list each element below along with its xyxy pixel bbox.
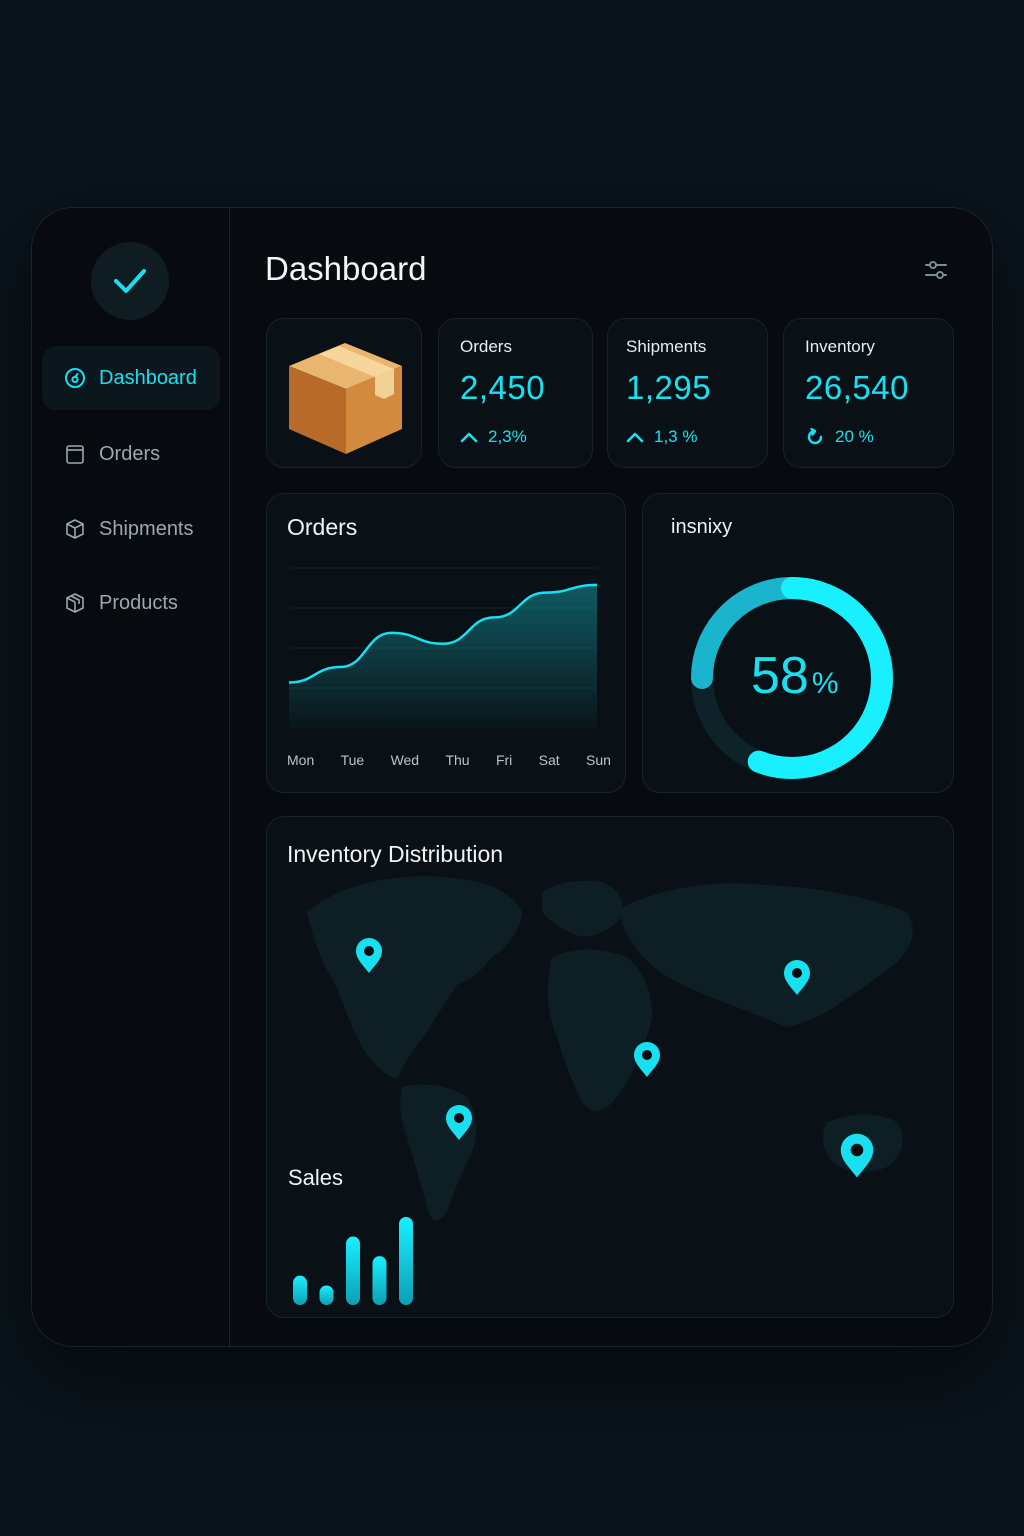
box-icon [64, 518, 86, 540]
day-label: Wed [390, 752, 420, 768]
day-label: Thu [445, 752, 470, 768]
sales-bar [399, 1217, 413, 1305]
stat-value: 2,450 [460, 369, 546, 406]
arrow-up-icon [460, 432, 478, 443]
stat-change: 2,3% [460, 427, 527, 447]
sales-bar [372, 1256, 387, 1305]
donut-value: 58 % [751, 646, 839, 706]
stat-change-value: 20 % [835, 427, 874, 446]
sidebar-item-orders[interactable]: Orders [42, 422, 220, 486]
sidebar-item-label: Dashboard [99, 366, 197, 389]
sidebar-item-shipments[interactable]: Shipments [42, 497, 220, 561]
package-icon [64, 592, 86, 614]
stat-change-value: 2,3% [488, 427, 527, 446]
sidebar-item-dashboard[interactable]: Dashboard [42, 346, 220, 410]
app-window: Dashboard Orders Shipments Products Dash… [31, 207, 993, 1347]
stat-label: Shipments [626, 337, 707, 356]
check-icon [114, 269, 146, 293]
sidebar: Dashboard Orders Shipments Products [32, 208, 230, 1346]
stat-label: Inventory [805, 337, 875, 356]
stat-change: 20 % [805, 427, 874, 447]
dashboard-icon [64, 367, 86, 389]
page-title: Dashboard [265, 250, 427, 287]
orders-area [289, 584, 597, 729]
sidebar-item-products[interactable]: Products [42, 571, 220, 635]
sidebar-item-label: Shipments [99, 517, 194, 540]
donut-number: 58 [751, 647, 809, 705]
orders-chart [288, 567, 598, 729]
sales-bar [319, 1285, 334, 1305]
stat-change-value: 1,3 % [654, 427, 698, 446]
location-pin-icon [634, 1042, 660, 1077]
arrow-up-icon [626, 432, 644, 443]
sales-chart [293, 1217, 413, 1305]
orders-chart-card: Orders Mon Tue Wed Thu Fri Sat Sun [266, 493, 626, 793]
day-axis: Mon Tue Wed Thu Fri Sat Sun [287, 752, 611, 768]
day-label: Tue [340, 752, 365, 768]
sliders-icon [925, 261, 947, 279]
package-illustration-icon [289, 343, 402, 454]
stat-value: 1,295 [626, 369, 712, 406]
donut-chart [691, 577, 893, 779]
filter-button[interactable] [922, 256, 950, 284]
sales-title: Sales [288, 1165, 344, 1190]
sidebar-item-label: Products [99, 591, 178, 614]
refresh-icon [807, 427, 823, 445]
stat-value: 26,540 [805, 369, 909, 406]
stat-label: Orders [460, 337, 512, 356]
inventory-map-card: Inventory Distribution Sales [266, 816, 954, 1318]
sales-bar [346, 1236, 360, 1305]
sales-bar [293, 1275, 307, 1305]
stat-change: 1,3 % [626, 427, 697, 447]
day-label: Mon [287, 752, 315, 768]
donut-unit: % [811, 667, 839, 700]
day-label: Sun [586, 752, 611, 768]
clipboard-icon [64, 443, 86, 465]
logo [91, 242, 169, 320]
day-label: Fri [495, 752, 513, 768]
package-card [266, 318, 422, 468]
main-content: Dashboard Orders 2,450 2,3% Shipments 1,… [230, 208, 992, 1346]
stat-card-orders: Orders 2,450 2,3% [438, 318, 593, 468]
stat-card-shipments: Shipments 1,295 1,3 % [607, 318, 768, 468]
day-label: Sat [538, 752, 560, 768]
sidebar-item-label: Orders [99, 442, 161, 465]
donut-card: insnixy 58 % [642, 493, 954, 793]
stat-card-inventory: Inventory 26,540 20 % [783, 318, 954, 468]
